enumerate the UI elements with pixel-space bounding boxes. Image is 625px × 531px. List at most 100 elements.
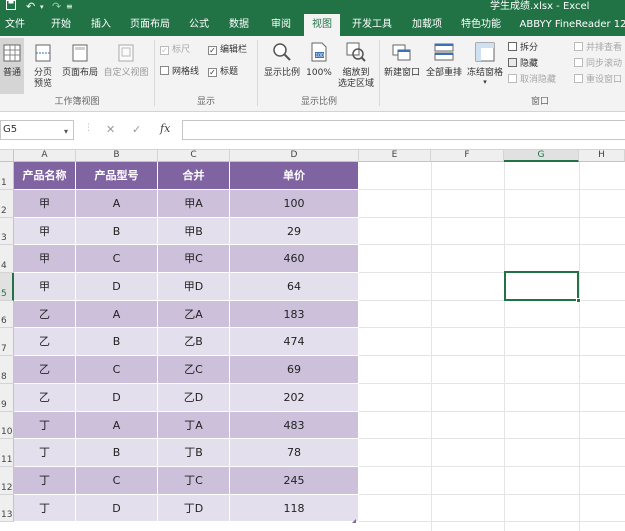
zoom-to-selection-button[interactable]: 缩放到 选定区域 — [336, 42, 376, 90]
row-header-1[interactable]: 1 — [0, 162, 14, 190]
table-cell-combined[interactable]: 丁D — [158, 495, 230, 522]
row-header-5[interactable]: 5 — [0, 273, 14, 301]
zoom-100-button[interactable]: 100 100% — [304, 42, 334, 79]
selected-cell-g5[interactable] — [504, 271, 581, 303]
tab-review[interactable]: 审阅 — [266, 14, 296, 36]
headings-checkbox[interactable]: ✓ 标题 — [208, 66, 238, 80]
table-header-name[interactable]: 产品名称 — [14, 162, 76, 190]
fill-handle[interactable] — [576, 298, 581, 303]
normal-view-button[interactable]: 普通 — [0, 38, 24, 94]
table-cell-model[interactable]: D — [76, 495, 158, 522]
table-cell-model[interactable]: C — [76, 356, 158, 384]
customize-icon[interactable]: ≡ — [66, 0, 73, 14]
table-cell-name[interactable]: 乙 — [14, 301, 76, 328]
table-cell-price[interactable]: 202 — [230, 384, 359, 412]
tab-special-features[interactable]: 特色功能 — [456, 14, 506, 36]
table-cell-combined[interactable]: 甲A — [158, 190, 230, 218]
split-button[interactable]: 拆分 — [508, 42, 538, 56]
gridlines-checkbox[interactable]: 网格线 — [160, 66, 199, 80]
row-header-13[interactable]: 13 — [0, 495, 14, 522]
row-header-7[interactable]: 7 — [0, 328, 14, 356]
column-header-g[interactable]: G — [504, 150, 579, 162]
table-cell-price[interactable]: 245 — [230, 467, 359, 495]
table-cell-combined[interactable]: 乙B — [158, 328, 230, 356]
table-cell-price[interactable]: 483 — [230, 412, 359, 439]
table-cell-combined[interactable]: 甲B — [158, 218, 230, 245]
table-cell-model[interactable]: C — [76, 467, 158, 495]
freeze-panes-button[interactable]: 冻结窗格 ▾ — [465, 42, 505, 86]
enter-icon[interactable]: ✓ — [132, 123, 141, 136]
table-cell-model[interactable]: C — [76, 245, 158, 273]
tab-developer[interactable]: 开发工具 — [348, 14, 396, 36]
table-cell-combined[interactable]: 丁C — [158, 467, 230, 495]
tab-addins[interactable]: 加载项 — [408, 14, 446, 36]
save-icon[interactable] — [6, 0, 16, 14]
table-cell-model[interactable]: B — [76, 439, 158, 467]
table-cell-price[interactable]: 29 — [230, 218, 359, 245]
table-cell-price[interactable]: 69 — [230, 356, 359, 384]
row-header-6[interactable]: 6 — [0, 301, 14, 328]
page-layout-button[interactable]: 页面布局 — [60, 44, 100, 79]
table-cell-name[interactable]: 甲 — [14, 245, 76, 273]
table-cell-combined[interactable]: 乙A — [158, 301, 230, 328]
table-cell-price[interactable]: 183 — [230, 301, 359, 328]
table-cell-name[interactable]: 甲 — [14, 190, 76, 218]
table-cell-price[interactable]: 100 — [230, 190, 359, 218]
column-header-h[interactable]: H — [579, 150, 625, 162]
view-side-by-side-button[interactable]: 并排查看 — [574, 42, 622, 56]
table-cell-model[interactable]: B — [76, 218, 158, 245]
new-window-button[interactable]: 新建窗口 — [382, 42, 422, 79]
tab-insert[interactable]: 插入 — [86, 14, 116, 36]
table-cell-name[interactable]: 甲 — [14, 273, 76, 301]
row-header-11[interactable]: 11 — [0, 439, 14, 467]
column-header-f[interactable]: F — [431, 150, 504, 162]
table-cell-combined[interactable]: 甲C — [158, 245, 230, 273]
row-header-12[interactable]: 12 — [0, 467, 14, 495]
hide-button[interactable]: 隐藏 — [508, 58, 538, 72]
tab-home[interactable]: 开始 — [46, 14, 76, 36]
reset-window-button[interactable]: 重设窗口 — [574, 74, 622, 88]
table-cell-combined[interactable]: 乙C — [158, 356, 230, 384]
table-resize-handle[interactable] — [352, 519, 356, 523]
chevron-down-icon[interactable]: ▾ — [40, 0, 44, 14]
column-header-a[interactable]: A — [14, 150, 76, 162]
table-cell-combined[interactable]: 丁B — [158, 439, 230, 467]
tab-file[interactable]: 文件 — [0, 14, 30, 36]
table-cell-combined[interactable]: 丁A — [158, 412, 230, 439]
arrange-all-button[interactable]: 全部重排 — [424, 42, 464, 79]
column-header-d[interactable]: D — [230, 150, 359, 162]
select-all-corner[interactable] — [0, 150, 14, 162]
table-cell-name[interactable]: 丁 — [14, 495, 76, 522]
table-cell-price[interactable]: 460 — [230, 245, 359, 273]
table-cell-name[interactable]: 甲 — [14, 218, 76, 245]
tab-data[interactable]: 数据 — [224, 14, 254, 36]
row-header-8[interactable]: 8 — [0, 356, 14, 384]
tab-view[interactable]: 视图 — [304, 14, 340, 36]
table-cell-model[interactable]: D — [76, 273, 158, 301]
table-cell-model[interactable]: A — [76, 190, 158, 218]
column-header-c[interactable]: C — [158, 150, 230, 162]
formula-bar-checkbox[interactable]: ✓ 编辑栏 — [208, 44, 247, 58]
table-cell-model[interactable]: A — [76, 412, 158, 439]
table-cell-price[interactable]: 64 — [230, 273, 359, 301]
table-cell-name[interactable]: 乙 — [14, 384, 76, 412]
zoom-button[interactable]: 显示比例 — [261, 42, 303, 79]
name-box[interactable]: G5 — [0, 120, 74, 140]
column-header-b[interactable]: B — [76, 150, 158, 162]
table-cell-model[interactable]: D — [76, 384, 158, 412]
ruler-checkbox[interactable]: ✓ 标尺 — [160, 44, 190, 58]
redo-icon[interactable]: ↷ — [52, 0, 61, 14]
table-cell-model[interactable]: A — [76, 301, 158, 328]
table-cell-combined[interactable]: 甲D — [158, 273, 230, 301]
page-break-preview-button[interactable]: 分页 预览 — [28, 44, 58, 90]
table-header-combined[interactable]: 合并 — [158, 162, 230, 190]
tab-formulas[interactable]: 公式 — [184, 14, 214, 36]
cancel-icon[interactable]: ✕ — [106, 123, 115, 136]
table-cell-name[interactable]: 乙 — [14, 356, 76, 384]
table-cell-combined[interactable]: 乙D — [158, 384, 230, 412]
tab-abbyy[interactable]: ABBYY FineReader 12 — [518, 14, 625, 36]
row-header-2[interactable]: 2 — [0, 190, 14, 218]
tab-page-layout[interactable]: 页面布局 — [126, 14, 174, 36]
insert-function-icon[interactable]: fx — [160, 122, 170, 135]
table-cell-name[interactable]: 丁 — [14, 439, 76, 467]
